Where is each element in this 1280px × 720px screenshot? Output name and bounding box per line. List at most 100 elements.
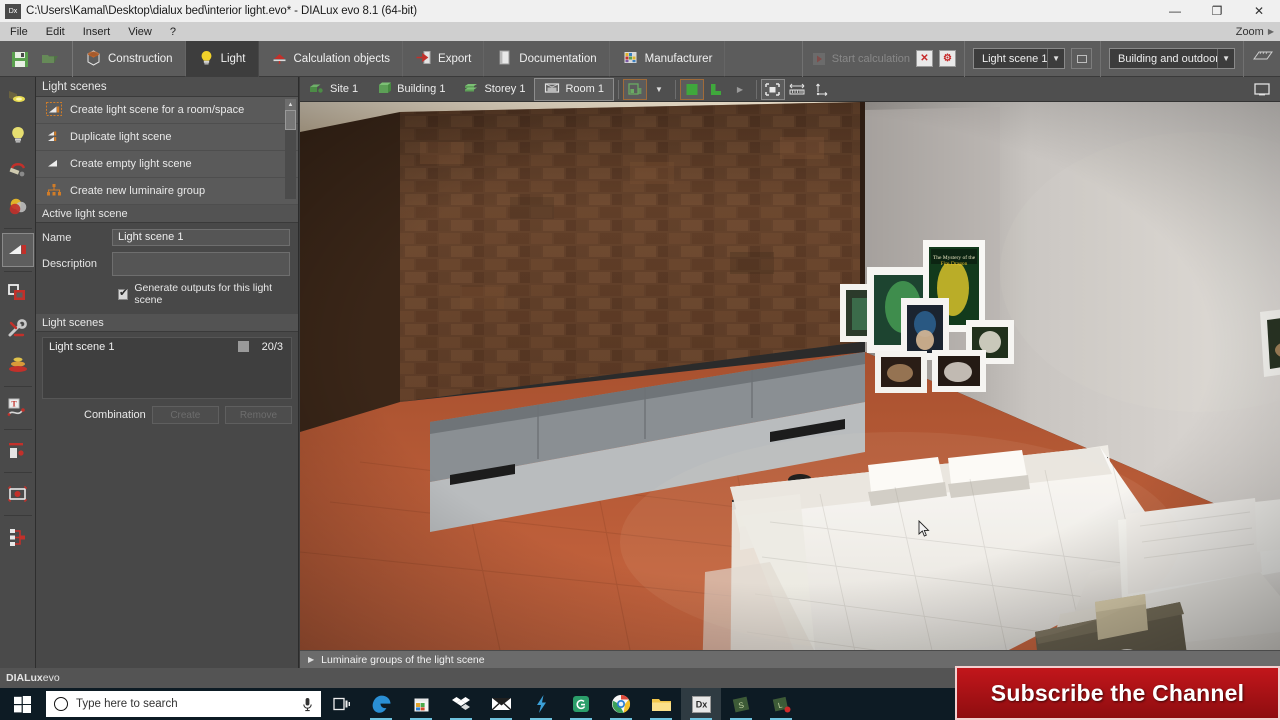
dropbox-icon[interactable]: [441, 688, 481, 720]
measure-vertical-icon[interactable]: [809, 79, 833, 100]
close-button[interactable]: ✕: [1238, 0, 1280, 22]
spotlight-tool[interactable]: [2, 82, 34, 116]
scene-view-button[interactable]: [1071, 48, 1092, 69]
frame-tool[interactable]: [2, 477, 34, 511]
ruler-group: [1243, 40, 1280, 77]
hierarchy-tool[interactable]: [2, 520, 34, 554]
panel-toggle-icon[interactable]: [1250, 79, 1274, 100]
action-create-empty-light-scene-label: Create empty light scene: [70, 158, 192, 170]
calculation-settings-button[interactable]: ⚙: [939, 50, 956, 67]
open-icon[interactable]: [40, 49, 60, 69]
cortana-icon: [54, 697, 68, 711]
edge-browser-icon[interactable]: [361, 688, 401, 720]
grammarly-icon[interactable]: [561, 688, 601, 720]
chevron-down-icon: ▼: [1217, 49, 1234, 68]
color-tool[interactable]: [2, 190, 34, 224]
scene-list-row[interactable]: Light scene 1 20/3: [43, 338, 291, 355]
viewport-area: Site 1 Building 1 Storey 1 Room 1 ▼ ▶ ▶ …: [300, 77, 1280, 668]
view-mode-icon[interactable]: [622, 78, 647, 100]
combination-create-button[interactable]: Create: [151, 406, 219, 424]
view-combo[interactable]: Building and outdoor pla... ▼: [1109, 48, 1235, 69]
fit-to-view-icon[interactable]: [760, 78, 785, 100]
microphone-icon[interactable]: [302, 697, 313, 712]
room-icon: [544, 81, 560, 98]
menu-view[interactable]: View: [120, 24, 160, 40]
menu-file[interactable]: File: [2, 24, 36, 40]
task-view-icon[interactable]: [321, 688, 361, 720]
render-more-arrow[interactable]: ▶: [728, 79, 752, 100]
combination-remove-button[interactable]: Remove: [224, 406, 293, 424]
search-input[interactable]: Type here to search: [46, 691, 321, 717]
action-create-light-scene[interactable]: Create light scene for a room/space: [36, 97, 298, 124]
action-create-empty-light-scene[interactable]: Create empty light scene: [36, 151, 298, 178]
generate-outputs-row[interactable]: Generate outputs for this light scene: [42, 282, 290, 306]
render-solid-icon[interactable]: [679, 78, 704, 100]
measure-horizontal-icon[interactable]: [785, 79, 809, 100]
minimize-button[interactable]: —: [1154, 0, 1196, 22]
maximize-button[interactable]: ❐: [1196, 0, 1238, 22]
tab-export-label: Export: [438, 52, 472, 65]
menu-insert[interactable]: Insert: [75, 24, 119, 40]
tab-documentation-label: Documentation: [519, 52, 597, 65]
action-duplicate-light-scene[interactable]: Duplicate light scene: [36, 124, 298, 151]
breadcrumb-room[interactable]: Room 1: [534, 77, 614, 101]
start-calculation-button[interactable]: Start calculation: [811, 51, 910, 67]
scroll-up-icon[interactable]: ▲: [285, 99, 296, 110]
light-arrangement-tool[interactable]: [2, 154, 34, 188]
light-scene-combo[interactable]: Light scene 1 ▼: [973, 48, 1065, 69]
generate-outputs-label: Generate outputs for this light scene: [134, 282, 273, 306]
zoom-menu[interactable]: Zoom ▶: [1236, 26, 1274, 38]
panel-scrollbar[interactable]: ▲: [285, 99, 296, 199]
tab-construction[interactable]: Construction: [73, 40, 186, 77]
room-surface-tool[interactable]: [2, 276, 34, 310]
scrollbar-thumb[interactable]: [285, 110, 296, 130]
breadcrumb-building[interactable]: Building 1: [367, 77, 454, 102]
3d-viewport[interactable]: The Mystery of the Fire Dragon: [300, 102, 1280, 650]
breadcrumb-storey[interactable]: Storey 1: [454, 77, 534, 102]
ruler-icon[interactable]: [1252, 49, 1273, 69]
breadcrumb-site[interactable]: Site 1: [300, 77, 367, 102]
sketchup-icon[interactable]: S: [721, 688, 761, 720]
scene-row-swatch[interactable]: [238, 341, 249, 352]
dialux-evo-icon[interactable]: Dx: [681, 688, 721, 720]
tab-light[interactable]: Light: [185, 40, 259, 77]
light-scene-tool[interactable]: [1, 233, 34, 267]
shazam-icon[interactable]: [521, 688, 561, 720]
mail-icon[interactable]: [481, 688, 521, 720]
action-create-luminaire-group[interactable]: Create new luminaire group: [36, 178, 298, 205]
lamp-tool[interactable]: [2, 118, 34, 152]
save-icon[interactable]: [10, 49, 30, 69]
tab-export[interactable]: Export: [403, 40, 485, 77]
breadcrumb-site-label: Site 1: [330, 83, 359, 95]
object-tool[interactable]: [2, 434, 34, 468]
scenes-list[interactable]: Light scene 1 20/3: [42, 337, 292, 399]
export-icon: [415, 49, 432, 69]
chrome-icon[interactable]: [601, 688, 641, 720]
menu-help[interactable]: ?: [162, 24, 184, 40]
app-brand: DIALuxevo: [6, 672, 60, 684]
menu-edit[interactable]: Edit: [38, 24, 73, 40]
file-explorer-icon[interactable]: [641, 688, 681, 720]
tab-documentation[interactable]: Documentation: [484, 40, 610, 77]
windows-start-icon[interactable]: [0, 688, 44, 720]
scenes-list-header: Light scenes: [36, 314, 298, 332]
subscribe-overlay[interactable]: Subscribe the Channel: [955, 666, 1280, 720]
dialux-evo-window: Dx C:\Users\Kamal\Desktop\dialux bed\int…: [0, 0, 1280, 720]
tab-calculation-objects[interactable]: Calculation objects: [259, 40, 404, 77]
generate-outputs-checkbox[interactable]: [118, 287, 129, 300]
sketchup-layout-icon[interactable]: L: [761, 688, 801, 720]
view-mode-dropdown[interactable]: ▼: [647, 79, 671, 100]
text-path-tool[interactable]: T: [2, 391, 34, 425]
toolbar-divider: [755, 79, 757, 99]
tab-manufacturer[interactable]: Manufacturer: [610, 40, 726, 77]
scene-name-input[interactable]: Light scene 1: [112, 229, 290, 246]
microsoft-store-icon[interactable]: [401, 688, 441, 720]
calculation-group: Start calculation ✕ ⚙: [801, 40, 964, 77]
stop-calculation-button[interactable]: ✕: [916, 50, 933, 67]
luminaire-group-icon: [46, 183, 62, 200]
material-tool[interactable]: [2, 348, 34, 382]
settings-wrench-tool[interactable]: [2, 312, 34, 346]
scene-description-input[interactable]: [112, 252, 290, 276]
render-wall-icon[interactable]: [704, 79, 728, 100]
ribbon-toolbar: Construction Light Calculation objects E…: [0, 40, 1280, 77]
